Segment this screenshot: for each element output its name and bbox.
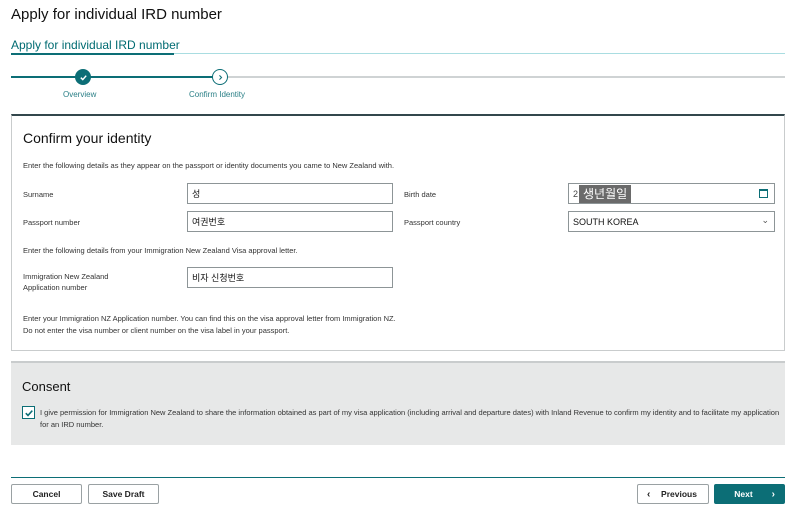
consent-section: Consent I give permission for Immigratio…: [11, 361, 785, 445]
step-overview-check-icon[interactable]: [75, 69, 91, 85]
check-icon: [24, 409, 33, 417]
tab-bar: Apply for individual IRD number: [11, 38, 785, 56]
application-number-label: Immigration New Zealand Application numb…: [23, 271, 108, 293]
card-title: Confirm your identity: [23, 130, 152, 146]
next-button-label: Next: [734, 489, 753, 499]
identity-intro: Enter the following details as they appe…: [23, 161, 395, 170]
save-draft-button[interactable]: Save Draft: [88, 484, 159, 504]
birth-date-value: 생년월일: [579, 184, 632, 203]
hint-line2: Do not enter the visa number or client n…: [23, 326, 290, 335]
stepper-line-complete: [11, 76, 215, 78]
birth-date-field[interactable]: 2 생년월일: [568, 183, 775, 204]
consent-checkbox[interactable]: [22, 406, 35, 419]
hint-line1: Enter your Immigration NZ Application nu…: [23, 314, 396, 323]
application-number-label-line1: Immigration New Zealand: [23, 272, 109, 281]
step-confirm-chevron-right-icon: [212, 69, 228, 85]
arrow-right-icon: ›: [771, 488, 775, 500]
consent-text: I give permission for Immigration New Ze…: [40, 408, 780, 429]
birth-date-label: Birth date: [404, 190, 437, 199]
application-number-label-line2: Application number: [23, 283, 88, 292]
step-label-overview[interactable]: Overview: [63, 90, 96, 99]
passport-country-label: Passport country: [404, 218, 461, 227]
calendar-icon[interactable]: [759, 189, 768, 198]
surname-field[interactable]: 성: [187, 183, 393, 204]
confirm-identity-card: Confirm your identity Enter the followin…: [11, 114, 785, 351]
surname-label: Surname: [23, 190, 54, 199]
cancel-button-label: Cancel: [32, 489, 61, 499]
tab-active-underline: [11, 53, 174, 55]
consent-title: Consent: [22, 379, 71, 394]
chevron-down-icon: ⌄: [761, 215, 769, 225]
previous-button-label: Previous: [661, 489, 697, 499]
birth-date-prefix: 2: [573, 188, 579, 199]
next-button[interactable]: Next ›: [714, 484, 785, 504]
previous-button[interactable]: ‹ Previous: [637, 484, 709, 504]
visa-intro: Enter the following details from your Im…: [23, 246, 298, 255]
tab-apply-individual[interactable]: Apply for individual IRD number: [11, 38, 785, 52]
passport-country-value: SOUTH KOREA: [573, 216, 639, 227]
passport-number-field[interactable]: 여권번호: [187, 211, 393, 232]
page-title: Apply for individual IRD number: [11, 6, 222, 23]
passport-country-select[interactable]: SOUTH KOREA ⌄: [568, 211, 775, 232]
progress-stepper: Overview Confirm Identity: [11, 68, 785, 102]
step-label-confirm-identity: Confirm Identity: [189, 90, 246, 99]
application-number-field[interactable]: 비자 신청번호: [187, 267, 393, 288]
tab-rule: [174, 53, 785, 54]
arrow-left-icon: ‹: [647, 488, 651, 500]
passport-number-label: Passport number: [23, 218, 81, 227]
application-number-hint: Enter your Immigration NZ Application nu…: [23, 313, 396, 337]
stepper-line-remaining: [215, 76, 785, 78]
save-draft-button-label: Save Draft: [102, 489, 145, 499]
cancel-button[interactable]: Cancel: [11, 484, 82, 504]
footer-divider: [11, 477, 785, 478]
